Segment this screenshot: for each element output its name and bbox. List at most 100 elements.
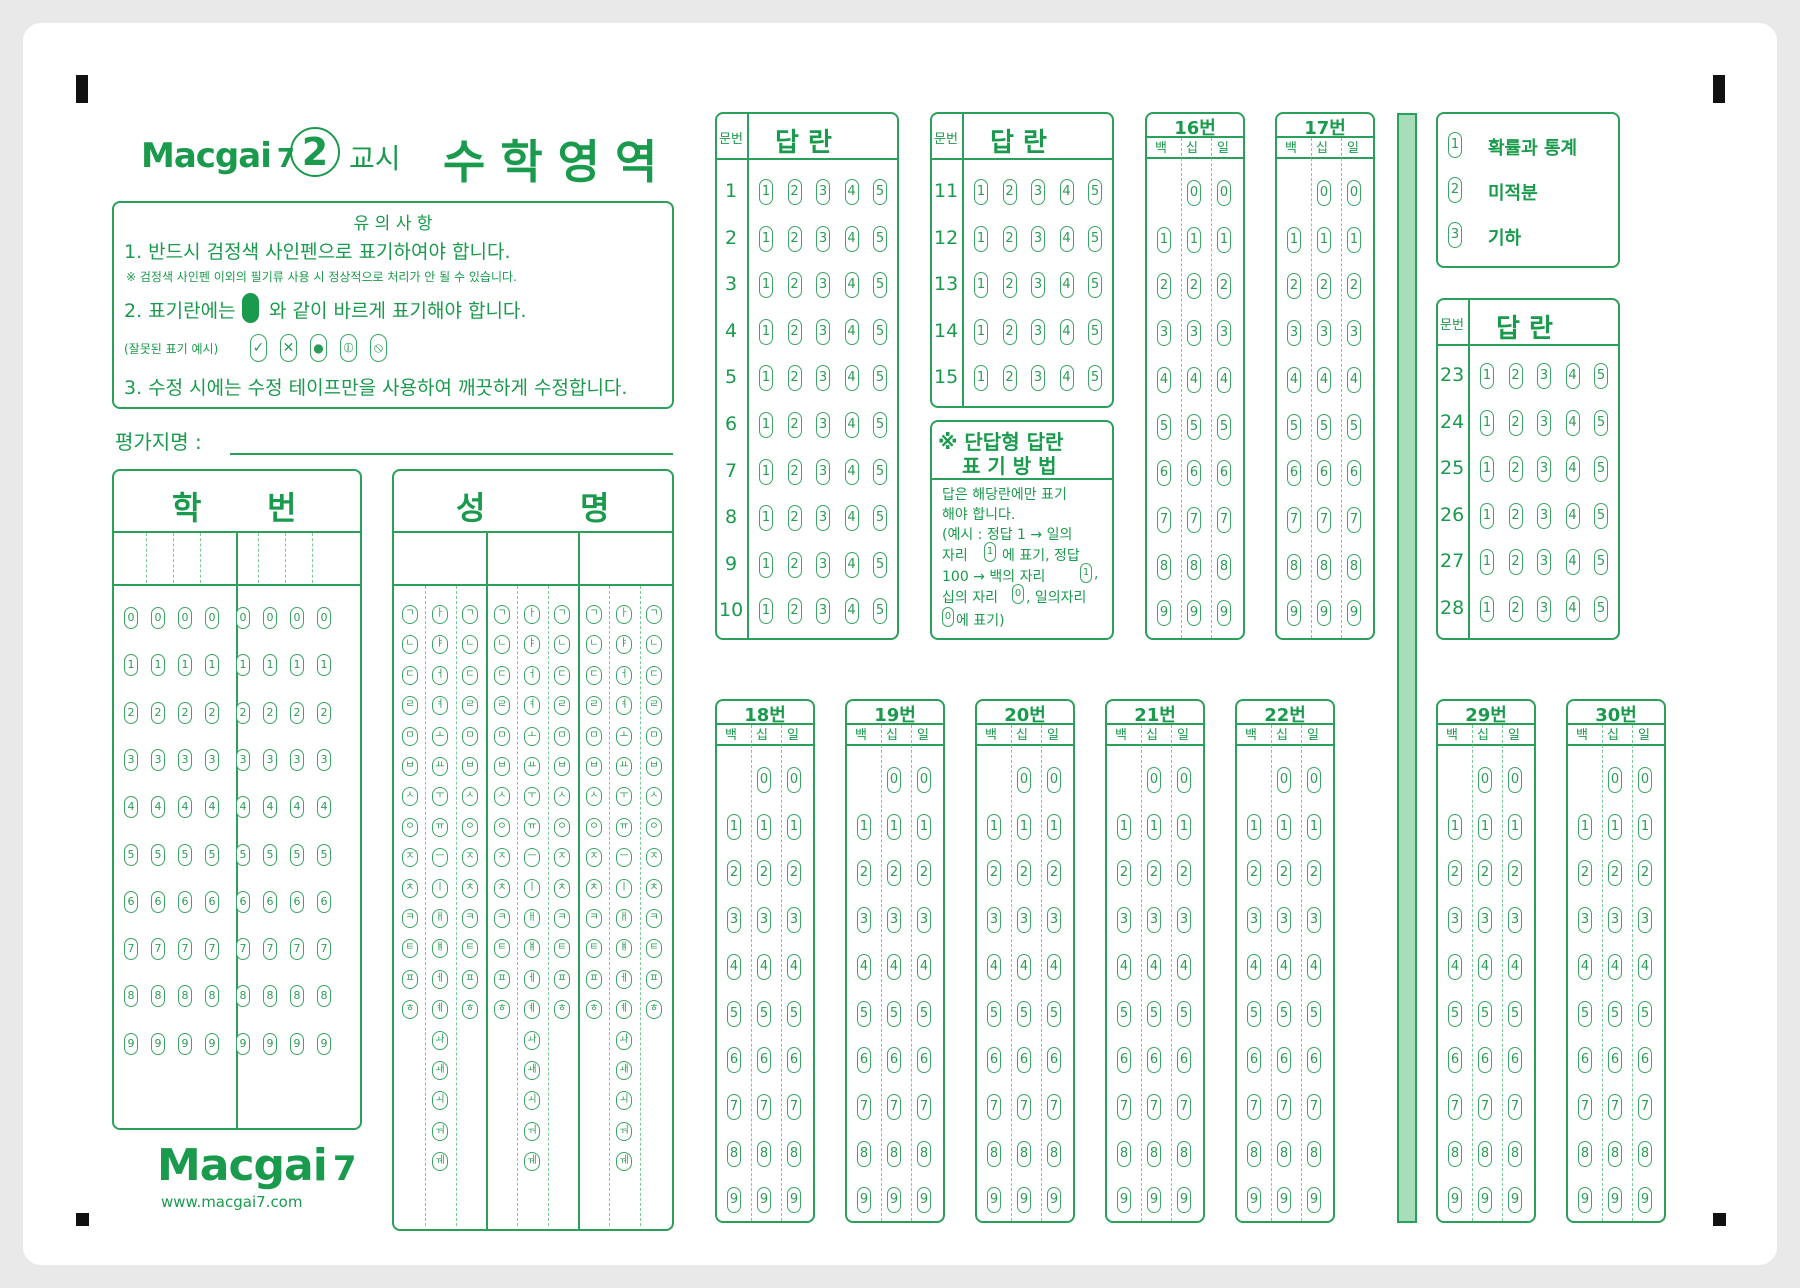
id-digit-bubble[interactable]: 6: [151, 890, 165, 913]
choice-bubble[interactable]: 2: [787, 318, 802, 345]
short-digit-bubble[interactable]: 9: [1317, 600, 1331, 627]
id-digit-bubble[interactable]: 3: [263, 748, 277, 771]
short-digit-bubble[interactable]: 5: [787, 1000, 801, 1027]
short-digit-bubble[interactable]: 5: [1638, 1000, 1652, 1027]
name-initial-bubble[interactable]: ㅁ: [402, 726, 418, 746]
choice-bubble[interactable]: 5: [873, 272, 887, 299]
choice-bubble[interactable]: 5: [1088, 318, 1102, 345]
short-digit-bubble[interactable]: 7: [1017, 1093, 1031, 1120]
choice-bubble[interactable]: 1: [759, 412, 773, 438]
short-digit-bubble[interactable]: 5: [1177, 1000, 1191, 1027]
short-digit-bubble[interactable]: 3: [1448, 907, 1462, 934]
id-digit-bubble[interactable]: 2: [290, 701, 304, 724]
evaluator-input-line[interactable]: [230, 453, 673, 455]
choice-bubble[interactable]: 2: [787, 551, 802, 578]
id-digit-bubble[interactable]: 1: [178, 654, 192, 677]
short-digit-bubble[interactable]: 4: [727, 953, 741, 980]
name-vowel-bubble[interactable]: ㅚ: [432, 1091, 448, 1111]
choice-bubble[interactable]: 1: [759, 179, 773, 205]
short-digit-bubble[interactable]: 0: [1508, 767, 1522, 793]
short-digit-bubble[interactable]: 6: [1217, 460, 1231, 487]
name-vowel-bubble[interactable]: ㅓ: [524, 665, 540, 685]
choice-bubble[interactable]: 3: [816, 225, 830, 252]
id-digit-bubble[interactable]: 7: [263, 938, 277, 961]
name-vowel-bubble[interactable]: ㅐ: [432, 909, 448, 928]
name-final-bubble[interactable]: ㅌ: [646, 939, 662, 959]
choice-bubble[interactable]: 4: [844, 318, 859, 345]
short-digit-bubble[interactable]: 7: [857, 1093, 871, 1120]
short-digit-bubble[interactable]: 3: [1117, 907, 1131, 934]
choice-bubble[interactable]: 1: [759, 272, 773, 299]
id-digit-bubble[interactable]: 7: [178, 938, 192, 961]
choice-bubble[interactable]: 1: [974, 179, 988, 205]
name-final-bubble[interactable]: ㅂ: [554, 757, 570, 776]
id-digit-bubble[interactable]: 9: [236, 1032, 250, 1055]
choice-bubble[interactable]: 1: [974, 365, 988, 392]
short-digit-bubble[interactable]: 1: [1177, 813, 1191, 840]
name-vowel-bubble[interactable]: ㅛ: [524, 757, 540, 776]
name-final-bubble[interactable]: ㅇ: [462, 817, 478, 837]
short-digit-bubble[interactable]: 6: [1187, 460, 1201, 487]
short-digit-bubble[interactable]: 5: [887, 1000, 901, 1027]
short-digit-bubble[interactable]: 4: [787, 953, 801, 980]
name-initial-bubble[interactable]: ㅊ: [586, 878, 602, 898]
short-digit-bubble[interactable]: 9: [1117, 1187, 1131, 1214]
short-digit-bubble[interactable]: 9: [987, 1187, 1001, 1214]
id-digit-bubble[interactable]: 4: [205, 796, 219, 819]
id-digit-bubble[interactable]: 6: [124, 890, 138, 913]
short-digit-bubble[interactable]: 8: [1478, 1140, 1492, 1167]
name-initial-bubble[interactable]: ㅅ: [402, 787, 418, 807]
elective-bubble[interactable]: 3: [1448, 222, 1462, 248]
name-final-bubble[interactable]: ㅇ: [554, 817, 570, 837]
short-digit-bubble[interactable]: 6: [1578, 1047, 1592, 1074]
short-digit-bubble[interactable]: 2: [917, 860, 931, 887]
choice-bubble[interactable]: 5: [1594, 502, 1608, 529]
short-digit-bubble[interactable]: 4: [987, 953, 1001, 980]
id-digit-bubble[interactable]: 7: [124, 938, 138, 961]
choice-bubble[interactable]: 3: [1031, 272, 1045, 299]
choice-bubble[interactable]: 2: [1002, 318, 1017, 345]
name-vowel-bubble[interactable]: ㅘ: [432, 1030, 448, 1050]
id-digit-bubble[interactable]: 3: [178, 748, 192, 771]
short-digit-bubble[interactable]: 7: [1117, 1093, 1131, 1120]
name-final-bubble[interactable]: ㄱ: [554, 605, 570, 624]
short-digit-bubble[interactable]: 4: [1578, 953, 1592, 980]
short-digit-bubble[interactable]: 9: [1478, 1187, 1492, 1214]
short-digit-bubble[interactable]: 1: [1347, 226, 1361, 253]
short-digit-bubble[interactable]: 9: [1017, 1187, 1031, 1214]
choice-bubble[interactable]: 5: [873, 505, 887, 532]
id-digit-bubble[interactable]: 8: [124, 985, 138, 1008]
choice-bubble[interactable]: 5: [1594, 409, 1608, 436]
short-digit-bubble[interactable]: 4: [1508, 953, 1522, 980]
name-vowel-bubble[interactable]: ㅔ: [432, 969, 448, 989]
choice-bubble[interactable]: 2: [787, 505, 802, 532]
name-initial-bubble[interactable]: ㄹ: [494, 696, 510, 716]
short-digit-bubble[interactable]: 1: [757, 813, 771, 840]
short-digit-bubble[interactable]: 4: [1448, 953, 1462, 980]
id-digit-bubble[interactable]: 7: [236, 938, 250, 961]
id-digit-bubble[interactable]: 3: [236, 748, 250, 771]
name-final-bubble[interactable]: ㅋ: [646, 909, 662, 928]
short-digit-bubble[interactable]: 1: [1638, 813, 1652, 840]
choice-bubble[interactable]: 4: [844, 412, 859, 438]
short-digit-bubble[interactable]: 2: [1317, 273, 1331, 300]
choice-bubble[interactable]: 2: [787, 458, 802, 485]
short-digit-bubble[interactable]: 2: [1017, 860, 1031, 887]
choice-bubble[interactable]: 4: [1059, 179, 1074, 205]
short-digit-bubble[interactable]: 9: [1508, 1187, 1522, 1214]
short-digit-bubble[interactable]: 7: [1147, 1093, 1161, 1120]
short-digit-bubble[interactable]: 6: [757, 1047, 771, 1074]
short-digit-bubble[interactable]: 8: [1047, 1140, 1061, 1167]
short-digit-bubble[interactable]: 8: [1448, 1140, 1462, 1167]
id-digit-bubble[interactable]: 1: [317, 654, 331, 677]
short-digit-bubble[interactable]: 7: [757, 1093, 771, 1120]
short-digit-bubble[interactable]: 5: [857, 1000, 871, 1027]
short-digit-bubble[interactable]: 1: [1317, 226, 1331, 253]
short-digit-bubble[interactable]: 6: [1478, 1047, 1492, 1074]
name-initial-bubble[interactable]: ㅅ: [494, 787, 510, 807]
short-digit-bubble[interactable]: 4: [917, 953, 931, 980]
short-digit-bubble[interactable]: 1: [1448, 813, 1462, 840]
short-digit-bubble[interactable]: 6: [1347, 460, 1361, 487]
choice-bubble[interactable]: 4: [1565, 549, 1580, 576]
name-vowel-bubble[interactable]: ㅡ: [432, 848, 448, 868]
